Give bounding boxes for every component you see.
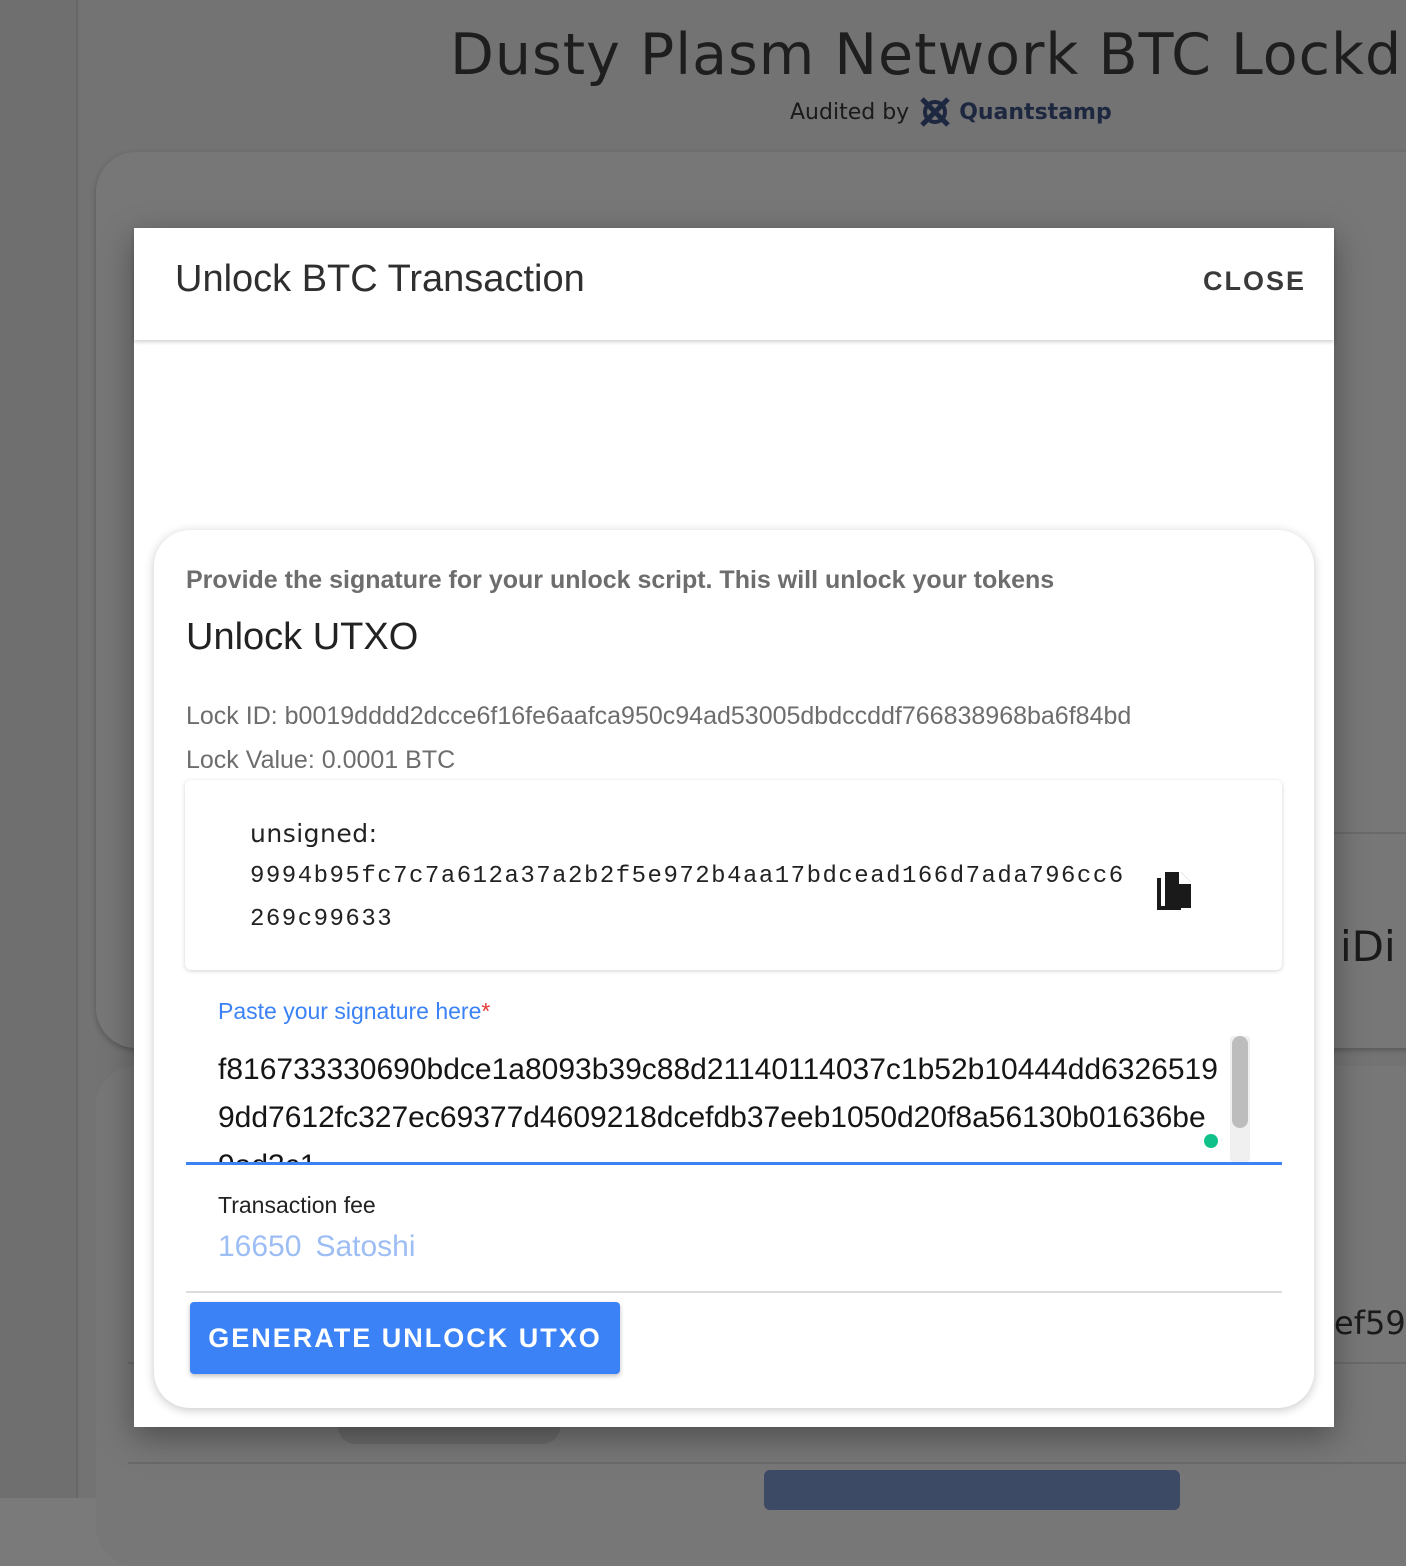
- close-button[interactable]: CLOSE: [1203, 266, 1306, 297]
- signature-value: f816733330690bdce1a8093b39c88d2114011403…: [218, 1053, 1218, 1162]
- unsigned-hash-box: unsigned: 9994b95fc7c7a612a37a2b2f5e972b…: [185, 780, 1282, 970]
- lock-id: Lock ID: b0019dddd2dcce6f16fe6aafca950c9…: [186, 702, 1132, 730]
- background-text-snippet: ef59e: [1334, 1304, 1406, 1342]
- fee-label: Transaction fee: [218, 1192, 376, 1218]
- audited-by: Audited by Quantstamp: [790, 94, 1112, 130]
- modal-title: Unlock BTC Transaction: [175, 258, 585, 300]
- unsigned-label: unsigned:: [250, 819, 378, 848]
- signature-label-text: Paste your signature here: [218, 998, 482, 1024]
- background-text-snippet: iDi: [1340, 922, 1396, 971]
- modal-header: Unlock BTC Transaction CLOSE: [134, 228, 1334, 340]
- quantstamp-logo: Quantstamp: [917, 94, 1112, 130]
- unlock-modal: Unlock BTC Transaction CLOSE Provide the…: [134, 228, 1334, 1427]
- quantstamp-logo-text: Quantstamp: [959, 99, 1112, 125]
- textarea-scroll-thumb[interactable]: [1232, 1036, 1248, 1128]
- section-title: Unlock UTXO: [186, 616, 419, 658]
- unsigned-hash-value: 9994b95fc7c7a612a37a2b2f5e972b4aa17bdcea…: [250, 863, 1125, 933]
- page-title: Dusty Plasm Network BTC Lockdr: [450, 22, 1406, 88]
- status-dot-icon: [1204, 1134, 1218, 1148]
- fee-divider: [186, 1291, 1282, 1293]
- background-divider: [128, 1462, 1406, 1464]
- fee-unit: Satoshi: [315, 1230, 416, 1263]
- background-sidebar: [0, 0, 78, 1498]
- signature-label: Paste your signature here*: [218, 998, 490, 1025]
- quantstamp-logo-icon: [920, 97, 950, 127]
- required-marker: *: [481, 998, 491, 1024]
- unlock-card: Provide the signature for your unlock sc…: [154, 530, 1314, 1408]
- instruction-text: Provide the signature for your unlock sc…: [186, 566, 1055, 594]
- signature-textarea[interactable]: f816733330690bdce1a8093b39c88d2114011403…: [186, 1036, 1282, 1165]
- fee-input[interactable]: 16650 Satoshi: [218, 1230, 430, 1264]
- fee-value: 16650: [218, 1230, 302, 1263]
- background-button: [764, 1470, 1180, 1510]
- unsigned-hash: unsigned: 9994b95fc7c7a612a37a2b2f5e972b…: [250, 812, 1130, 941]
- copy-icon[interactable]: [1153, 870, 1193, 914]
- audited-by-label: Audited by: [790, 99, 910, 125]
- lock-value: Lock Value: 0.0001 BTC: [186, 746, 456, 774]
- generate-unlock-utxo-button[interactable]: GENERATE UNLOCK UTXO: [190, 1302, 620, 1374]
